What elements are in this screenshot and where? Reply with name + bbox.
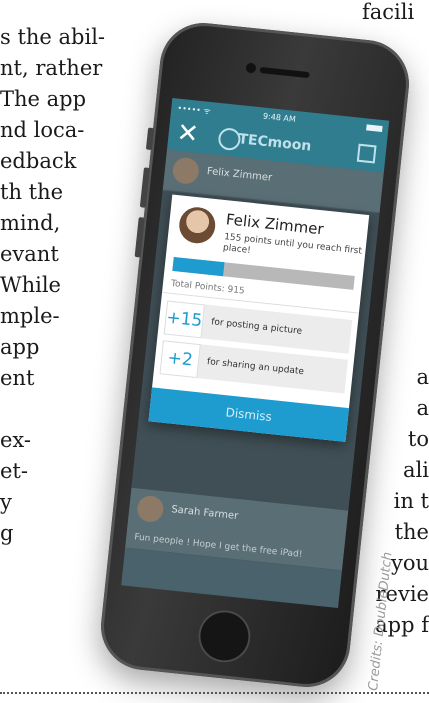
article-line: app — [0, 335, 40, 359]
points-label: for posting a picture — [210, 317, 303, 337]
points-value: +15 — [163, 300, 206, 339]
app-brand: TECmoon — [237, 131, 313, 155]
article-line: th the — [0, 180, 64, 204]
article-line: ali — [403, 458, 429, 482]
status-time: 9:48 AM — [262, 111, 297, 124]
article-line: evant — [0, 242, 59, 266]
article-line: a — [416, 396, 429, 420]
mute-switch — [145, 127, 155, 151]
points-label: for sharing an update — [206, 357, 305, 378]
volume-up-button — [139, 167, 150, 208]
avatar — [177, 205, 218, 246]
feed-post-text: Fun people ! Hope I get the free iPad! — [133, 532, 303, 561]
article-left-column: s the abil- nt, rather The app nd loca- … — [0, 22, 105, 549]
dotted-divider — [0, 692, 429, 694]
points-popup: Felix Zimmer 155 points until you reach … — [148, 194, 370, 442]
progress-fill — [172, 256, 225, 277]
phone-screen: ••••• ᯤ 9:48 AM ✕ TECmoon Felix Zimmer S… — [121, 97, 390, 609]
avatar — [171, 156, 201, 186]
points-value: +2 — [159, 340, 201, 379]
feed-author: Felix Zimmer — [206, 165, 273, 184]
article-line: y — [0, 490, 12, 514]
front-camera — [245, 62, 257, 74]
close-icon[interactable]: ✕ — [175, 118, 200, 150]
home-button[interactable] — [195, 607, 253, 665]
article-line: nt, rather — [0, 56, 103, 80]
article-line: ex- — [0, 428, 31, 452]
article-line: ent — [0, 366, 35, 390]
article-line: in t — [393, 489, 429, 513]
edit-icon[interactable] — [356, 143, 377, 164]
phone-body: ••••• ᯤ 9:48 AM ✕ TECmoon Felix Zimmer S… — [96, 18, 414, 692]
battery-icon — [366, 124, 383, 133]
article-line: a — [416, 365, 429, 389]
article-line — [0, 394, 105, 425]
article-line: While — [0, 273, 61, 297]
volume-down-button — [134, 217, 145, 258]
article-line: et- — [0, 459, 28, 483]
article-text-top-right: facili — [362, 0, 415, 24]
article-line: nd loca- — [0, 118, 85, 142]
avatar — [136, 494, 165, 524]
article-line: g — [0, 521, 14, 545]
article-line: mind, — [0, 211, 61, 235]
phone-mockup: ••••• ᯤ 9:48 AM ✕ TECmoon Felix Zimmer S… — [96, 18, 414, 692]
popup-subtitle: 155 points until you reach first place! — [222, 232, 363, 257]
article-line: edback — [0, 149, 77, 173]
feed-author: Sarah Farmer — [170, 504, 239, 523]
article-line: s the abil- — [0, 25, 106, 49]
article-line: to — [407, 427, 429, 451]
earpiece-speaker — [259, 66, 310, 79]
signal-indicator: ••••• ᯤ — [176, 103, 212, 117]
article-line: mple- — [0, 304, 60, 328]
article-line: the — [394, 520, 429, 544]
article-line: The app — [0, 87, 87, 111]
